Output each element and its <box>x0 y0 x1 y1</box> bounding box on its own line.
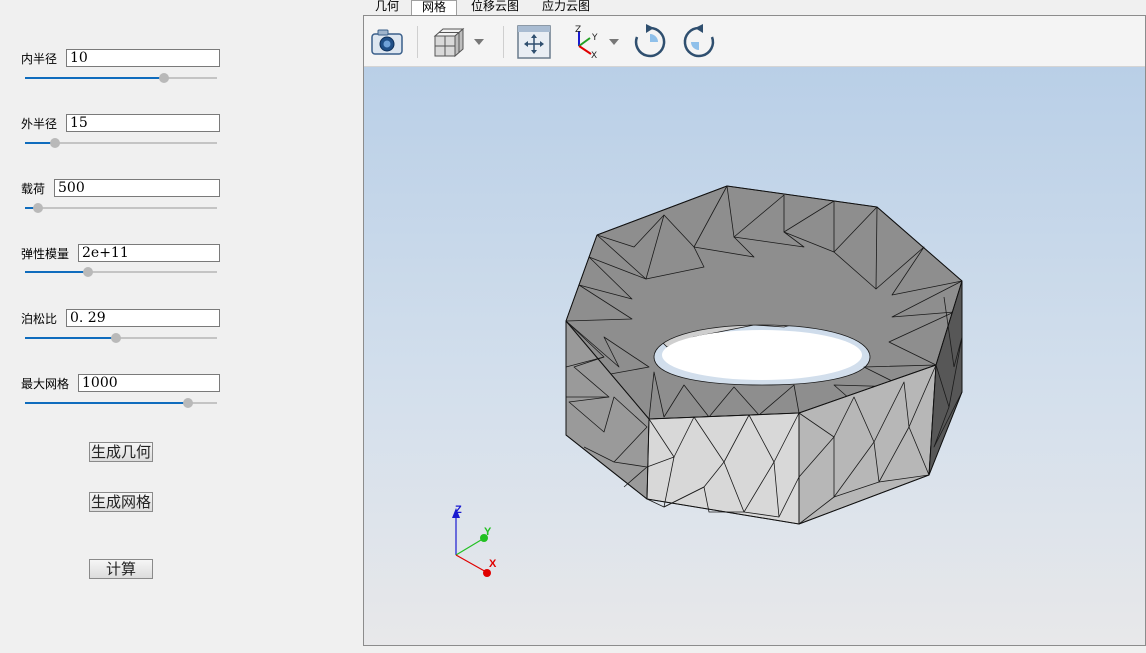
slider-fill <box>25 271 88 273</box>
load-input[interactable] <box>54 179 220 197</box>
axis-x-label: X <box>489 558 497 570</box>
svg-text:Z: Z <box>575 25 581 35</box>
poisson-ratio-label: 泊松比 <box>21 312 58 326</box>
outer-radius-input[interactable] <box>66 114 220 132</box>
slider-handle[interactable] <box>159 73 169 83</box>
load-slider[interactable] <box>25 202 217 214</box>
poisson-ratio-slider[interactable] <box>25 332 217 344</box>
elastic-modulus-label: 弹性模量 <box>21 247 70 261</box>
compute-button[interactable]: 计算 <box>89 559 153 579</box>
outer-radius-slider[interactable] <box>25 137 217 149</box>
viewer-toolbar: Z Y X <box>364 16 1145 67</box>
slider-handle[interactable] <box>111 333 121 343</box>
svg-text:X: X <box>591 51 597 60</box>
generate-mesh-button[interactable]: 生成网格 <box>89 492 153 512</box>
slider-fill <box>25 77 164 79</box>
axis-z-label: Z <box>455 504 462 516</box>
chevron-down-icon[interactable] <box>607 24 621 60</box>
toolbar-separator <box>417 26 418 58</box>
rotate-clockwise-icon[interactable] <box>632 24 668 60</box>
3d-viewport[interactable]: Z Y X <box>364 67 1145 645</box>
elastic-modulus-slider[interactable] <box>25 266 217 278</box>
axes-orientation-icon[interactable]: Z Y X <box>566 24 602 61</box>
tab-mesh[interactable]: 网格 <box>411 0 457 15</box>
tab-geometry[interactable]: 几何 <box>370 0 404 15</box>
slider-handle[interactable] <box>183 398 193 408</box>
view-cube-icon[interactable] <box>431 24 467 60</box>
generate-geometry-button[interactable]: 生成几何 <box>89 442 153 462</box>
svg-text:Y: Y <box>591 33 598 43</box>
viewer-panel: Z Y X Z Y X <box>363 15 1146 646</box>
slider-handle[interactable] <box>83 267 93 277</box>
max-mesh-input[interactable] <box>78 374 220 392</box>
load-label: 载荷 <box>21 182 46 196</box>
inner-radius-slider[interactable] <box>25 72 217 84</box>
max-mesh-label: 最大网格 <box>21 377 70 391</box>
toolbar-separator <box>503 26 504 58</box>
camera-icon[interactable] <box>369 24 405 60</box>
slider-groove <box>25 207 217 209</box>
slider-handle[interactable] <box>50 138 60 148</box>
mesh-model: Z Y X <box>452 185 963 577</box>
rotate-counterclockwise-icon[interactable] <box>681 24 717 60</box>
slider-fill <box>25 402 188 404</box>
chevron-down-icon[interactable] <box>472 24 486 60</box>
axis-triad: Z Y X <box>452 504 497 577</box>
tab-displacement-contour[interactable]: 位移云图 <box>466 0 524 15</box>
slider-fill <box>25 337 116 339</box>
tab-stress-contour[interactable]: 应力云图 <box>537 0 595 15</box>
fit-view-icon[interactable] <box>516 24 552 60</box>
slider-handle[interactable] <box>33 203 43 213</box>
inner-radius-label: 内半径 <box>21 52 58 66</box>
max-mesh-slider[interactable] <box>25 397 217 409</box>
poisson-ratio-input[interactable] <box>66 309 220 327</box>
axis-y-label: Y <box>484 526 492 538</box>
elastic-modulus-input[interactable] <box>78 244 220 262</box>
inner-radius-input[interactable] <box>66 49 220 67</box>
outer-radius-label: 外半径 <box>21 117 58 131</box>
